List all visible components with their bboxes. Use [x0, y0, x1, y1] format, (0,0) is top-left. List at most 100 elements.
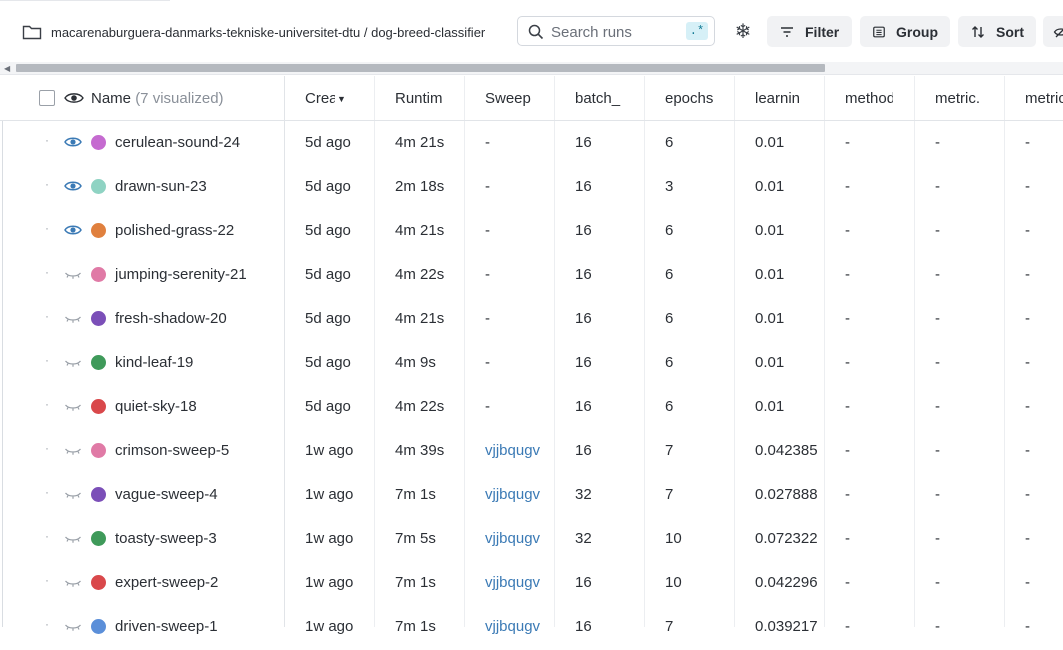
- scrollbar-thumb[interactable]: [16, 64, 825, 72]
- column-header-learning-rate[interactable]: learnin: [755, 76, 803, 120]
- run-color-swatch[interactable]: [91, 223, 106, 238]
- run-name[interactable]: crimson-sweep-5: [115, 428, 229, 472]
- batch-size-cell: 32: [575, 530, 592, 547]
- row-menu-icon[interactable]: ·: [45, 397, 49, 411]
- run-color-swatch[interactable]: [91, 267, 106, 282]
- filter-label: Filter: [805, 23, 840, 40]
- run-name[interactable]: kind-leaf-19: [115, 340, 193, 384]
- run-color-swatch[interactable]: [91, 179, 106, 194]
- select-all-checkbox[interactable]: [39, 90, 55, 106]
- run-name[interactable]: fresh-shadow-20: [115, 296, 227, 340]
- column-header-epochs[interactable]: epochs: [665, 76, 713, 120]
- run-name[interactable]: jumping-serenity-21: [115, 252, 247, 296]
- horizontal-scrollbar[interactable]: ◀: [0, 62, 1063, 75]
- eye-closed-icon[interactable]: [64, 311, 82, 325]
- method-cell: -: [845, 530, 850, 547]
- epochs-cell: 7: [665, 442, 674, 459]
- filter-button[interactable]: Filter: [767, 16, 852, 47]
- row-menu-icon[interactable]: ·: [45, 133, 49, 147]
- sweep-cell[interactable]: vjjbqugv: [485, 516, 540, 560]
- snowflake-icon[interactable]: ❄: [732, 21, 754, 43]
- search-input[interactable]: [551, 22, 691, 42]
- group-button[interactable]: Group: [860, 16, 950, 47]
- table-row[interactable]: · expert-sweep-2 1w ago 7m 1s vjjbqugv 16 10 0.…: [0, 560, 1063, 604]
- project-path[interactable]: macarenaburguera-danmarks-tekniske-unive…: [51, 25, 485, 40]
- eye-closed-icon[interactable]: [64, 531, 82, 545]
- table-row[interactable]: · polished-grass-22 5d ago 4m 21s - 16 6 0.01 - -…: [0, 208, 1063, 252]
- column-header-sweep[interactable]: Sweep: [485, 76, 545, 120]
- sweep-cell[interactable]: vjjbqugv: [485, 428, 540, 472]
- row-menu-icon[interactable]: ·: [45, 485, 49, 499]
- metric-2-cell: -: [1025, 574, 1030, 591]
- run-name[interactable]: vague-sweep-4: [115, 472, 218, 516]
- run-color-swatch[interactable]: [91, 487, 106, 502]
- row-menu-icon[interactable]: ·: [45, 529, 49, 543]
- scroll-left-icon[interactable]: ◀: [4, 64, 10, 73]
- run-name[interactable]: expert-sweep-2: [115, 560, 218, 604]
- row-menu-icon[interactable]: ·: [45, 309, 49, 323]
- table-row[interactable]: · jumping-serenity-21 5d ago 4m 22s - 16 6 0.01…: [0, 252, 1063, 296]
- table-row[interactable]: · vague-sweep-4 1w ago 7m 1s vjjbqugv 32 7 0.02…: [0, 472, 1063, 516]
- column-header-name[interactable]: Name (7 visualized): [91, 76, 224, 120]
- run-color-swatch[interactable]: [91, 531, 106, 546]
- run-name[interactable]: toasty-sweep-3: [115, 516, 217, 560]
- row-menu-icon[interactable]: ·: [45, 177, 49, 191]
- eye-closed-icon[interactable]: [64, 443, 82, 457]
- regex-toggle[interactable]: .*: [686, 22, 708, 40]
- row-menu-icon[interactable]: ·: [45, 441, 49, 455]
- sweep-cell[interactable]: vjjbqugv: [485, 604, 540, 648]
- column-header-metric-1[interactable]: metric.: [935, 76, 983, 120]
- table-row[interactable]: · quiet-sky-18 5d ago 4m 22s - 16 6 0.01 - - -: [0, 384, 1063, 428]
- table-row[interactable]: · driven-sweep-1 1w ago 7m 1s vjjbqugv 16 7 0.0…: [0, 604, 1063, 648]
- runtime-cell: 7m 5s: [395, 530, 436, 547]
- run-color-swatch[interactable]: [91, 311, 106, 326]
- row-menu-icon[interactable]: ·: [45, 617, 49, 631]
- run-name[interactable]: driven-sweep-1: [115, 604, 218, 648]
- row-menu-icon[interactable]: ·: [45, 221, 49, 235]
- runtime-cell: 7m 1s: [395, 486, 436, 503]
- sweep-cell[interactable]: vjjbqugv: [485, 472, 540, 516]
- eye-closed-icon[interactable]: [64, 399, 82, 413]
- column-header-runtime[interactable]: Runtime: [395, 76, 443, 120]
- eye-closed-icon[interactable]: [64, 619, 82, 633]
- run-color-swatch[interactable]: [91, 135, 106, 150]
- column-header-created[interactable]: Created▼: [305, 76, 357, 120]
- run-color-swatch[interactable]: [91, 443, 106, 458]
- row-menu-icon[interactable]: ·: [45, 265, 49, 279]
- run-color-swatch[interactable]: [91, 399, 106, 414]
- method-cell: -: [845, 442, 850, 459]
- column-header-batch-size[interactable]: batch_: [575, 76, 623, 120]
- hide-columns-button[interactable]: [1043, 16, 1063, 47]
- run-name[interactable]: quiet-sky-18: [115, 384, 197, 428]
- table-row[interactable]: · kind-leaf-19 5d ago 4m 9s - 16 6 0.01 - - -: [0, 340, 1063, 384]
- run-color-swatch[interactable]: [91, 575, 106, 590]
- run-name[interactable]: drawn-sun-23: [115, 164, 207, 208]
- runtime-cell: 2m 18s: [395, 178, 445, 195]
- eye-closed-icon[interactable]: [64, 575, 82, 589]
- eye-closed-icon[interactable]: [64, 267, 82, 281]
- eye-icon[interactable]: [64, 179, 82, 193]
- search-box[interactable]: .*: [517, 16, 715, 46]
- table-row[interactable]: · cerulean-sound-24 5d ago 4m 21s - 16 6 0.01 - -…: [0, 120, 1063, 164]
- row-menu-icon[interactable]: ·: [45, 353, 49, 367]
- table-row[interactable]: · crimson-sweep-5 1w ago 4m 39s vjjbqugv 16 7 0…: [0, 428, 1063, 472]
- run-name[interactable]: polished-grass-22: [115, 208, 234, 252]
- run-color-swatch[interactable]: [91, 355, 106, 370]
- metric-1-cell: -: [935, 574, 940, 591]
- sweep-cell[interactable]: vjjbqugv: [485, 560, 540, 604]
- eye-icon[interactable]: [64, 135, 82, 149]
- eye-closed-icon[interactable]: [64, 487, 82, 501]
- sort-button[interactable]: Sort: [958, 16, 1036, 47]
- project-breadcrumb[interactable]: macarenaburguera-danmarks-tekniske-unive…: [22, 22, 485, 42]
- eye-icon[interactable]: [64, 91, 84, 105]
- column-header-metric-2[interactable]: metric: [1025, 76, 1063, 120]
- column-header-method[interactable]: method: [845, 76, 893, 120]
- sweep-cell: -: [485, 266, 490, 283]
- row-menu-icon[interactable]: ·: [45, 573, 49, 587]
- table-row[interactable]: · drawn-sun-23 5d ago 2m 18s - 16 3 0.01 - - -: [0, 164, 1063, 208]
- eye-icon[interactable]: [64, 223, 82, 237]
- run-name[interactable]: cerulean-sound-24: [115, 120, 240, 164]
- table-row[interactable]: · fresh-shadow-20 5d ago 4m 21s - 16 6 0.01 - - -: [0, 296, 1063, 340]
- table-row[interactable]: · toasty-sweep-3 1w ago 7m 5s vjjbqugv 32 10 0.…: [0, 516, 1063, 560]
- eye-closed-icon[interactable]: [64, 355, 82, 369]
